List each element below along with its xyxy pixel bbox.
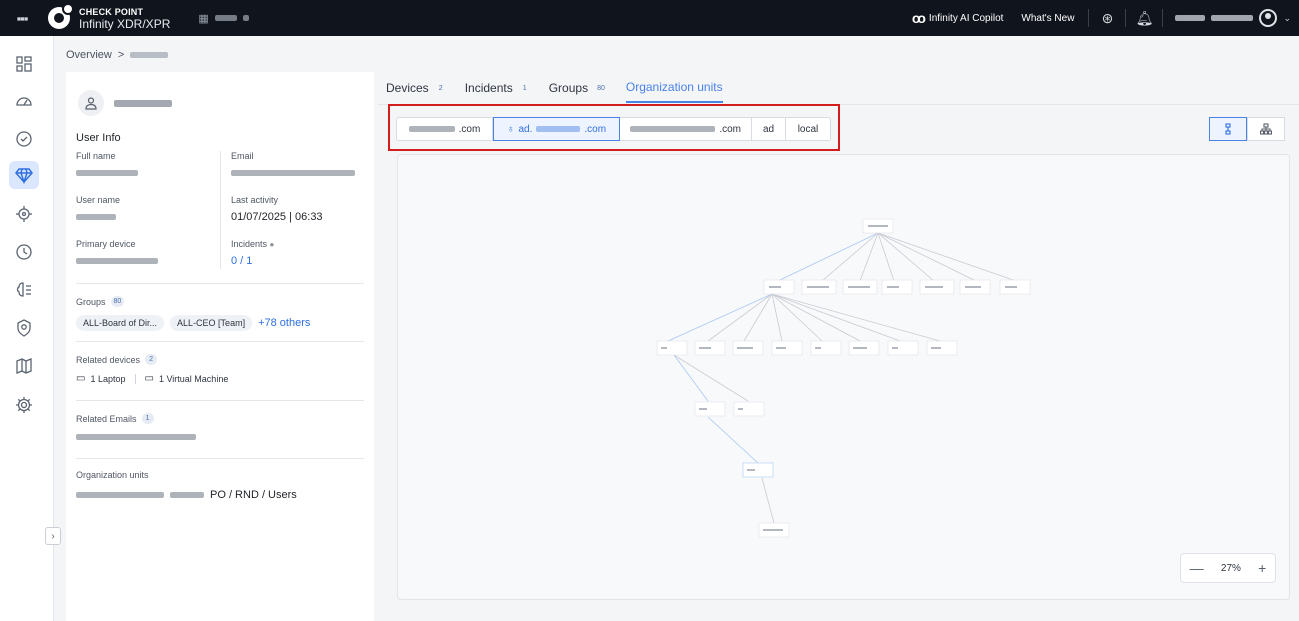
map-book-icon[interactable]: [9, 352, 39, 380]
tab-groups[interactable]: Groups 80: [549, 80, 608, 103]
infinity-icon: oo: [911, 10, 926, 26]
tenant-name-redacted: [214, 15, 237, 21]
help-lifebuoy-icon[interactable]: ⊛: [1089, 10, 1125, 27]
user-avatar-icon: [1259, 9, 1278, 27]
copilot-button[interactable]: oo Infinity AI Copilot: [912, 10, 1004, 26]
laptop-count[interactable]: 1 Laptop: [90, 374, 125, 384]
tab-incidents[interactable]: Incidents 1: [465, 80, 531, 103]
group-chip[interactable]: ALL-CEO [Team]: [170, 315, 253, 331]
zoom-level: 27%: [1220, 562, 1241, 574]
related-devices-label: Related devices: [76, 354, 141, 365]
groups-more-link[interactable]: +78 others: [258, 317, 310, 329]
breadcrumb-overview-link[interactable]: Overview: [66, 49, 112, 61]
related-email-redacted: [76, 434, 196, 440]
user-display-name-redacted: [114, 99, 172, 107]
diamond-icon[interactable]: [9, 161, 39, 189]
groups-count-badge: 80: [110, 296, 125, 307]
brain-icon[interactable]: [9, 276, 39, 304]
dashboard-grid-icon[interactable]: [9, 50, 39, 78]
expand-sidebar-button[interactable]: ›: [45, 527, 61, 545]
related-emails-count-badge: 1: [141, 413, 154, 424]
copilot-label: Infinity AI Copilot: [928, 12, 1004, 24]
crosshair-icon[interactable]: [9, 200, 39, 228]
user-info-panel: User Info Full name Email User name Last…: [66, 72, 374, 621]
org-units-label: Organization units: [76, 470, 149, 480]
highlight-box: [388, 104, 840, 151]
gear-icon[interactable]: [9, 391, 39, 419]
view-toggle: [1209, 117, 1285, 141]
whats-new-link[interactable]: What's New: [1021, 13, 1074, 24]
last-activity-value: 01/07/2025 | 06:33: [231, 211, 323, 223]
checkpoint-logo-icon: [48, 3, 74, 29]
related-devices-row: ▭ 1 Laptop ▭ 1 Virtual Machine: [76, 373, 228, 384]
user-menu[interactable]: ⌄: [1163, 9, 1299, 27]
org-unit-path-suffix: PO / RND / Users: [210, 489, 297, 501]
group-chip[interactable]: ALL-Board of Dir...: [76, 315, 165, 331]
related-devices-count-badge: 2: [145, 354, 158, 365]
related-emails-label: Related Emails: [76, 413, 137, 424]
tab-organization-units[interactable]: Organization units: [625, 80, 723, 103]
product-name: Infinity XDR/XPR: [79, 17, 171, 31]
laptop-icon: ▭: [76, 373, 86, 384]
info-icon[interactable]: ●: [270, 240, 275, 249]
detail-tabs: Devices 2 Incidents 1 Groups 80 Organiza…: [386, 80, 723, 103]
tenant-name-redacted: [242, 15, 249, 21]
org-unit-tree-canvas[interactable]: [397, 154, 1290, 600]
tree-view-button[interactable]: [1209, 117, 1247, 141]
incidents-value-link[interactable]: 0 / 1: [231, 255, 371, 267]
check-circle-icon[interactable]: [9, 125, 39, 153]
monitor-icon: ▭: [144, 373, 154, 384]
hierarchy-icon: [1260, 123, 1272, 135]
user-name-value-redacted: [76, 214, 116, 220]
zoom-out-button[interactable]: —: [1190, 560, 1204, 576]
breadcrumb: Overview >: [66, 49, 169, 61]
org-chart-view-button[interactable]: [1247, 117, 1285, 141]
user-name-label: User name: [76, 195, 121, 205]
user-avatar: [78, 90, 104, 116]
tenant-selector[interactable]: ▦: [198, 12, 249, 25]
apps-grid-icon[interactable]: ▪▪▪: [0, 11, 44, 26]
group-chips: ALL-Board of Dir... ALL-CEO [Team] +78 o…: [76, 315, 310, 331]
virtual-machine-count[interactable]: 1 Virtual Machine: [159, 374, 228, 384]
gauge-icon[interactable]: [9, 87, 39, 115]
last-activity-label: Last activity: [231, 195, 279, 205]
breadcrumb-current-redacted: [130, 52, 169, 58]
shield-icon[interactable]: [9, 314, 39, 342]
full-name-value-redacted: [76, 170, 138, 176]
org-unit-tree: [656, 218, 1031, 538]
chevron-down-icon: ⌄: [1283, 12, 1291, 23]
brand[interactable]: CHECK POINT Infinity XDR/XPR: [48, 3, 171, 31]
breadcrumb-separator: >: [117, 49, 125, 61]
full-name-label: Full name: [76, 151, 116, 161]
zoom-control: — 27% +: [1180, 553, 1276, 583]
email-value-redacted: [231, 170, 355, 176]
primary-device-label: Primary device: [76, 239, 136, 249]
incidents-label: Incidents: [231, 239, 268, 249]
zoom-in-button[interactable]: +: [1258, 560, 1266, 576]
user-info-title: User Info: [76, 132, 121, 144]
building-icon: ▦: [198, 12, 209, 25]
org-unit-path: PO / RND / Users: [76, 489, 297, 501]
primary-device-value-redacted[interactable]: [76, 258, 158, 264]
clock-icon[interactable]: [9, 238, 39, 266]
groups-label: Groups: [76, 296, 106, 307]
user-icon: [85, 97, 97, 110]
tab-devices[interactable]: Devices 2: [386, 80, 447, 103]
top-bar: ▪▪▪ CHECK POINT Infinity XDR/XPR ▦ oo In…: [0, 0, 1299, 36]
vertical-tree-icon: [1225, 123, 1231, 135]
notifications-bell-icon[interactable]: 🔔︎: [1126, 10, 1162, 27]
email-label: Email: [231, 151, 254, 161]
